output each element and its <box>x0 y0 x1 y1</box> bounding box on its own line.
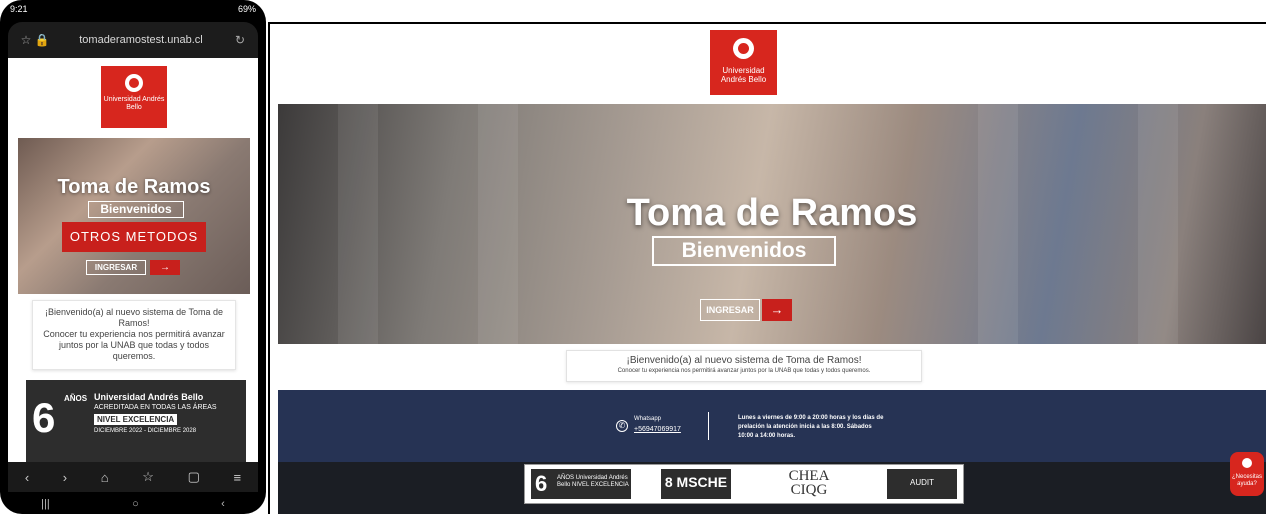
unab-logo: Universidad Andrés Bello <box>101 66 167 128</box>
unab-emblem-icon <box>733 38 754 59</box>
recents-icon[interactable]: ||| <box>41 498 50 510</box>
star-icon[interactable]: ☆ <box>18 33 34 47</box>
unab-emblem-icon <box>125 74 143 92</box>
other-methods-button[interactable]: OTROS METODOS <box>62 222 206 252</box>
arrow-right-icon[interactable]: → <box>150 260 180 275</box>
url-text[interactable]: tomaderamostest.unab.cl <box>50 34 232 46</box>
forward-icon[interactable]: › <box>63 470 67 485</box>
welcome-text: Conocer tu experiencia nos permitirá ava… <box>43 329 225 361</box>
status-bar: 9:21 69% <box>0 0 266 18</box>
hero-title: Toma de Ramos <box>57 176 211 198</box>
hero-subtitle: Bienvenidos <box>88 201 184 218</box>
arrow-right-icon[interactable]: → <box>762 299 792 321</box>
accreditation-text: AÑOS Universidad Andrés Bello NIVEL EXCE… <box>557 475 629 488</box>
whatsapp-number-link[interactable]: +56947069917 <box>634 426 681 433</box>
home-icon[interactable]: ⌂ <box>101 470 109 485</box>
chat-icon <box>1242 458 1252 468</box>
menu-icon[interactable]: ≡ <box>234 470 242 485</box>
unab-accreditation-logo: 6 AÑOS Universidad Andrés Bello NIVEL EX… <box>531 469 631 499</box>
logo-text: Universidad Andrés Bello <box>103 96 165 111</box>
accreditation-anos: AÑOS <box>64 394 88 403</box>
battery-level: 69% <box>237 4 256 14</box>
ingresar-button[interactable]: INGRESAR <box>700 299 760 321</box>
accreditation-years: 6 <box>32 394 56 441</box>
whatsapp-label: Whatsapp <box>634 416 662 422</box>
welcome-card: ¡Bienvenido(a) al nuevo sistema de Toma … <box>566 350 922 382</box>
welcome-card: ¡Bienvenido(a) al nuevo sistema de Toma … <box>32 300 236 370</box>
back-icon[interactable]: ‹ <box>25 470 29 485</box>
phone-page: Universidad Andrés Bello Toma de Ramos B… <box>8 58 258 462</box>
whatsapp-icon: ✆ <box>616 420 628 432</box>
accreditation-university: Universidad Andrés Bello <box>94 392 204 402</box>
phone-frame: 9:21 69% ☆ 🔒 tomaderamostest.unab.cl ↻ U… <box>0 0 266 514</box>
star-icon[interactable]: ☆ <box>142 469 154 485</box>
accreditation-dates: DICIEMBRE 2022 - DICIEMBRE 2028 <box>94 428 197 434</box>
office-hours: Lunes a viernes de 9:00 a 20:00 horas y … <box>738 415 884 439</box>
welcome-title: ¡Bienvenido(a) al nuevo sistema de Toma … <box>626 355 862 366</box>
accreditation-areas: ACREDITADA EN TODAS LAS ÁREAS <box>94 404 217 411</box>
hero-title: Toma de Ramos <box>626 192 918 234</box>
footer-divider <box>708 412 709 440</box>
browser-url-bar[interactable]: ☆ 🔒 tomaderamostest.unab.cl ↻ <box>8 22 258 58</box>
home-button-icon[interactable]: ○ <box>132 498 139 510</box>
reload-icon[interactable]: ↻ <box>232 33 248 47</box>
tabs-icon[interactable]: ▢ <box>188 469 200 485</box>
desktop-page: Universidad Andrés Bello Toma de Ramos B… <box>268 22 1266 514</box>
back-button-icon[interactable]: ‹ <box>221 498 225 510</box>
ingresar-button[interactable]: INGRESAR <box>86 260 146 275</box>
help-label: ¿Necesitas ayuda? <box>1231 474 1262 487</box>
hero-subtitle: Bienvenidos <box>652 236 836 266</box>
accreditation-years: 6 <box>535 471 548 496</box>
accreditation-level: NIVEL EXCELENCIA <box>94 414 178 425</box>
hero-banner: Toma de Ramos Bienvenidos OTROS METODOS … <box>18 138 250 294</box>
unab-logo: Universidad Andrés Bello <box>710 30 777 95</box>
contact-footer: ✆ Whatsapp +56947069917 Lunes a viernes … <box>278 390 1266 462</box>
browser-nav-bar: ‹ › ⌂ ☆ ▢ ≡ <box>8 462 258 492</box>
chea-logo: CHEA CIQG <box>769 469 849 499</box>
ciqg-text: CIQG <box>790 482 828 498</box>
accreditation-banner: 6 AÑOS Universidad Andrés Bello ACREDITA… <box>26 380 246 462</box>
welcome-title: ¡Bienvenido(a) al nuevo sistema de Toma … <box>45 307 223 328</box>
help-chat-button[interactable]: ¿Necesitas ayuda? <box>1230 452 1264 496</box>
audit-logo: AUDIT <box>887 469 957 499</box>
lock-icon: 🔒 <box>34 33 50 47</box>
hero-banner: Toma de Ramos Bienvenidos INGRESAR → <box>278 104 1266 344</box>
screenshot-root: 9:21 69% ☆ 🔒 tomaderamostest.unab.cl ↻ U… <box>0 0 1266 514</box>
welcome-text: Conocer tu experiencia nos permitirá ava… <box>617 368 871 374</box>
system-nav-bar: ||| ○ ‹ <box>0 494 266 514</box>
accreditation-footer: 6 AÑOS Universidad Andrés Bello NIVEL EX… <box>278 462 1266 514</box>
msche-logo: 8 MSCHE <box>661 469 731 499</box>
accreditation-logos: 6 AÑOS Universidad Andrés Bello NIVEL EX… <box>524 464 964 504</box>
status-time: 9:21 <box>10 4 28 14</box>
logo-text: Universidad Andrés Bello <box>720 66 767 84</box>
